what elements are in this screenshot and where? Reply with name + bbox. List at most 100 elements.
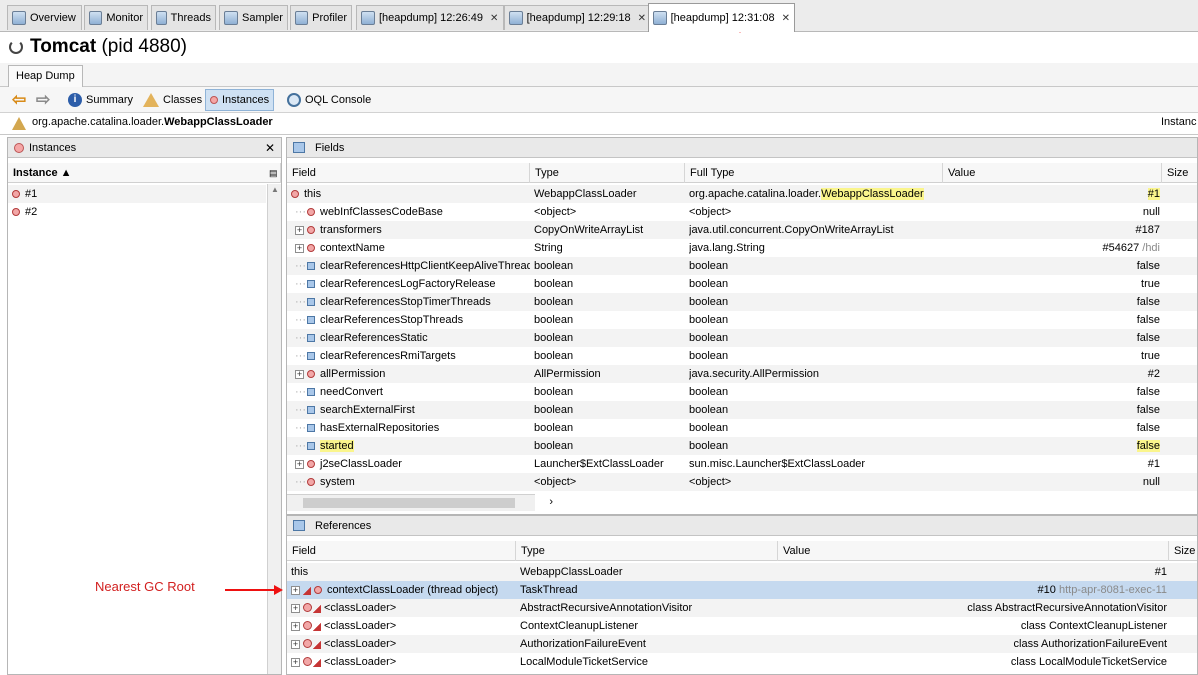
full-type-cell: boolean — [689, 440, 729, 452]
ref-type-column-header[interactable]: Type — [516, 541, 778, 561]
expand-icon[interactable]: + — [295, 460, 304, 469]
table-row[interactable]: ··· webInfClassesCodeBase <object> <object>… — [287, 203, 1197, 221]
table-row[interactable]: ··· clearReferencesStopTimerThreads boolea… — [287, 293, 1197, 311]
table-row[interactable]: + <classLoader> AuthorizationFailureEvent c… — [287, 635, 1197, 653]
ref-type-cell: ContextCleanupListener — [520, 620, 639, 632]
view-tab-row — [0, 63, 1198, 87]
close-icon[interactable]: ✕ — [265, 141, 275, 155]
tab-close-icon[interactable]: ✕ — [638, 13, 646, 24]
column-menu-icon[interactable]: ▤ — [266, 163, 281, 183]
classes-button[interactable]: Classes — [139, 89, 206, 111]
forward-button[interactable]: ⇨ — [32, 89, 54, 111]
scroll-right-icon[interactable]: › — [549, 496, 553, 508]
table-row[interactable]: + <classLoader> ContextCleanupListener clas… — [287, 617, 1197, 635]
instances-panel-title: Instances — [29, 141, 77, 154]
type-cell: boolean — [534, 404, 574, 416]
tab-5[interactable]: [heapdump] 12:26:49 ✕ — [356, 5, 504, 30]
back-button[interactable]: ⇦ — [8, 89, 30, 111]
field-cell: ··· system — [287, 473, 530, 491]
scroll-up-icon[interactable]: ▲ — [271, 185, 279, 194]
table-row[interactable]: ··· clearReferencesRmiTargets boolean boole… — [287, 347, 1197, 365]
field-cell: ··· webInfClassesCodeBase — [287, 203, 530, 221]
expand-icon[interactable]: + — [291, 640, 300, 649]
table-row[interactable]: ··· started boolean boolean false — [287, 437, 1197, 455]
scroll-thumb[interactable] — [303, 498, 515, 508]
expand-icon[interactable]: + — [291, 658, 300, 667]
ref-size-column-header[interactable]: Size — [1169, 541, 1197, 561]
tab-1[interactable]: Monitor — [84, 5, 148, 30]
value-cell: #54627 /hdi — [1102, 242, 1160, 254]
oql-console-button[interactable]: OQL Console — [283, 89, 375, 111]
tab-close-icon[interactable]: ✕ — [782, 13, 790, 24]
fields-panel-title: Fields — [315, 141, 345, 154]
full-type-column-header[interactable]: Full Type — [685, 163, 943, 183]
ref-field-name: contextClassLoader (thread object) — [327, 584, 499, 596]
expand-icon[interactable]: + — [291, 604, 300, 613]
class-breadcrumb: org.apache.catalina.loader.WebappClassLo… — [32, 116, 273, 128]
field-name: j2seClassLoader — [320, 458, 402, 470]
fields-horizontal-scrollbar[interactable]: › — [287, 494, 553, 511]
table-row[interactable]: ··· hasExternalRepositories boolean boolean… — [287, 419, 1197, 437]
expand-icon[interactable]: + — [291, 622, 300, 631]
type-column-header[interactable]: Type — [530, 163, 685, 183]
value-column-header[interactable]: Value — [943, 163, 1162, 183]
table-row[interactable]: + allPermission AllPermission java.security… — [287, 365, 1197, 383]
table-row[interactable]: + contextClassLoader (thread object) TaskT… — [287, 581, 1197, 599]
value-cell: #187 — [943, 221, 1160, 239]
type-cell: boolean — [534, 440, 574, 452]
ref-field-column-header[interactable]: Field — [287, 541, 516, 561]
table-row[interactable]: ··· clearReferencesStopThreads boolean bool… — [287, 311, 1197, 329]
table-row[interactable]: ··· system <object> <object> null — [287, 473, 1197, 491]
tab-2[interactable]: Threads — [151, 5, 216, 30]
tab-heap-dump[interactable]: Heap Dump — [8, 65, 83, 87]
expand-icon[interactable]: + — [291, 586, 300, 595]
primitive-field-icon — [307, 298, 315, 306]
field-name: contextName — [320, 242, 385, 254]
value-cell: false — [943, 311, 1160, 329]
value-text: #1 — [1147, 458, 1160, 470]
field-column-header[interactable]: Field — [287, 163, 530, 183]
size-column-header[interactable]: Size — [1162, 163, 1197, 183]
table-row[interactable]: this WebappClassLoader org.apache.catalina… — [287, 185, 1197, 203]
expand-icon[interactable]: + — [295, 226, 304, 235]
references-panel: References Field Type Value Size this Web… — [286, 515, 1198, 675]
field-name: clearReferencesStopTimerThreads — [320, 296, 491, 308]
table-row[interactable]: ··· needConvert boolean boolean false — [287, 383, 1197, 401]
instance-column-header[interactable]: Instance ▲ — [8, 163, 266, 183]
type-cell: <object> — [534, 476, 577, 488]
list-item[interactable]: #1 — [8, 185, 266, 203]
tab-close-icon[interactable]: ✕ — [490, 13, 498, 24]
tab-0[interactable]: Overview — [7, 5, 82, 30]
object-field-icon — [291, 190, 299, 198]
table-row[interactable]: + transformers CopyOnWriteArrayList java.ut… — [287, 221, 1197, 239]
table-row[interactable]: + j2seClassLoader Launcher$ExtClassLoader s… — [287, 455, 1197, 473]
primitive-field-icon — [307, 388, 315, 396]
value-text: #1 — [1147, 188, 1160, 200]
table-row[interactable]: + contextName String java.lang.String #54627… — [287, 239, 1197, 257]
tab-4[interactable]: Profiler — [290, 5, 352, 30]
tab-7[interactable]: [heapdump] 12:31:08 ✕ — [648, 3, 795, 32]
summary-button[interactable]: i Summary — [64, 89, 137, 111]
expand-icon[interactable]: + — [295, 370, 304, 379]
value-text: #54627 — [1102, 242, 1140, 254]
ref-value-column-header[interactable]: Value — [778, 541, 1169, 561]
field-cell: + contextName — [287, 239, 530, 257]
back-arrow-icon: ⇦ — [12, 90, 27, 109]
value-cell: null — [943, 203, 1160, 221]
table-row[interactable]: + <classLoader> AbstractRecursiveAnnotatio… — [287, 599, 1197, 617]
tab-3[interactable]: Sampler — [219, 5, 288, 30]
threads-icon — [156, 11, 167, 25]
instances-vertical-scrollbar[interactable]: ▲ — [267, 184, 281, 674]
table-row[interactable]: ··· clearReferencesStatic boolean boolean fa… — [287, 329, 1197, 347]
table-row[interactable]: ··· clearReferencesHttpClientKeepAliveThr… — [287, 257, 1197, 275]
instances-button[interactable]: Instances — [205, 89, 275, 111]
value-cell: false — [943, 329, 1160, 347]
table-row[interactable]: this WebappClassLoader #1 — [287, 563, 1197, 581]
table-row[interactable]: ··· clearReferencesLogFactoryRelease boole… — [287, 275, 1197, 293]
tab-label: Overview — [30, 12, 76, 24]
table-row[interactable]: + <classLoader> LocalModuleTicketService cl… — [287, 653, 1197, 671]
list-item[interactable]: #2 — [8, 203, 266, 221]
tab-6[interactable]: [heapdump] 12:29:18 ✕ — [504, 5, 651, 30]
table-row[interactable]: ··· searchExternalFirst boolean boolean fals… — [287, 401, 1197, 419]
expand-icon[interactable]: + — [295, 244, 304, 253]
